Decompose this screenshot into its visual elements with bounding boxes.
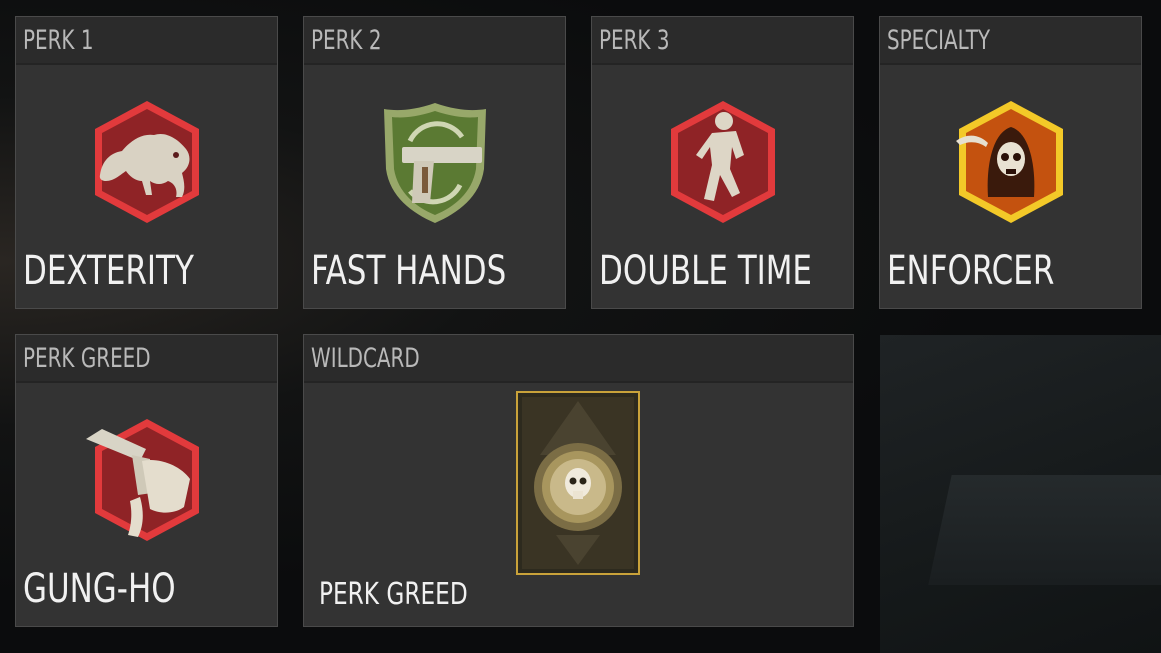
wildcard-card[interactable]: WILDCARD PERK GREED [303, 334, 854, 627]
skull-reaper-icon [946, 97, 1076, 227]
perk-card-perk-3[interactable]: PERK 3 DOUBLE TIME [591, 16, 854, 309]
perk-card-specialty[interactable]: SPECIALTY ENFORCER [879, 16, 1142, 309]
perk-name: DOUBLE TIME [599, 248, 812, 294]
perk-card-perk-1[interactable]: PERK 1 DEXTERITY [15, 16, 278, 309]
perk-name: GUNG-HO [23, 566, 176, 612]
perk-slot-label: PERK 3 [592, 17, 853, 65]
perk-slot-label: PERK 1 [16, 17, 277, 65]
background-panel [880, 335, 1161, 653]
perk-card-perk-greed[interactable]: PERK GREED GUNG-HO [15, 334, 278, 627]
perk-slot-label: PERK 2 [304, 17, 565, 65]
perk-name: DEXTERITY [23, 248, 194, 294]
perk-name: ENFORCER [887, 248, 1055, 294]
perk-card-perk-2[interactable]: PERK 2 FAST HANDS [303, 16, 566, 309]
loadout-screen: PERK 1 DEXTERITY PERK 2 FAST HANDS PERK … [0, 0, 1161, 653]
wildcard-slot-label: WILDCARD [304, 335, 853, 383]
skull-ace-card-icon [516, 391, 640, 575]
perk-slot-label: SPECIALTY [880, 17, 1141, 65]
perk-slot-label: PERK GREED [16, 335, 277, 383]
pistol-reload-icon [370, 97, 500, 227]
perk-name: FAST HANDS [311, 248, 507, 294]
wildcard-name: PERK GREED [319, 577, 468, 612]
cougar-icon [82, 97, 212, 227]
pistol-hand-icon [82, 415, 212, 545]
running-soldier-icon [658, 97, 788, 227]
